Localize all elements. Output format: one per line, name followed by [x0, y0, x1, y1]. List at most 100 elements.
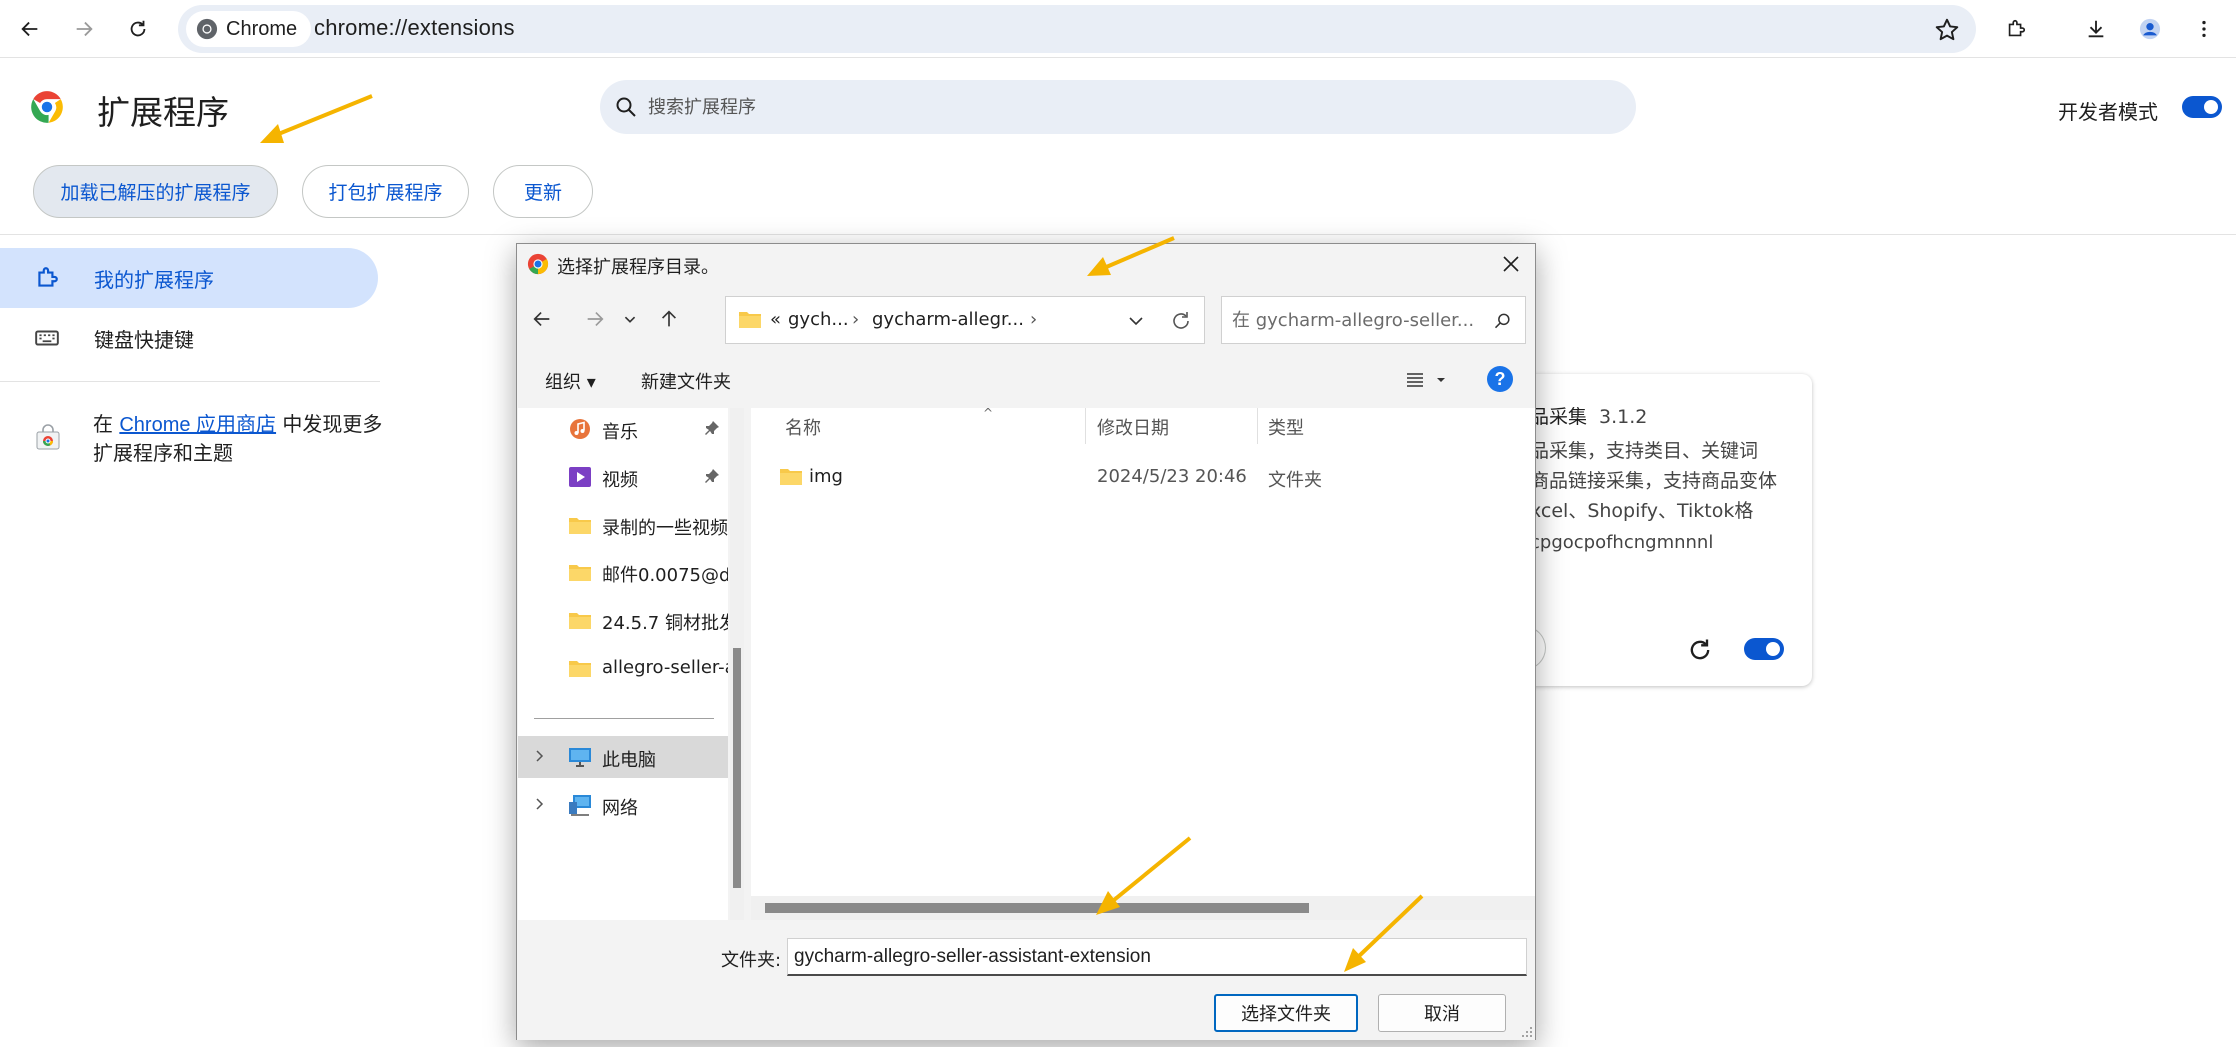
chevron-right-icon[interactable]	[532, 796, 548, 812]
web-store-icon	[36, 424, 60, 450]
forward-button[interactable]	[66, 11, 102, 47]
pc-icon	[569, 748, 591, 767]
cancel-button[interactable]: 取消	[1378, 994, 1506, 1032]
puzzle-icon	[2008, 19, 2026, 37]
dialog-address-bar[interactable]: « gych... › gycharm-allegr... ›	[725, 296, 1205, 344]
new-folder-button[interactable]: 新建文件夹	[641, 368, 731, 394]
dialog-forward-button[interactable]	[580, 304, 610, 334]
site-chip-label: Chrome	[226, 17, 298, 40]
extension-card: 品采集 3.1.2 品采集，支持类目、关键词 商品链接采集，支持商品变体 xcel…	[1500, 374, 1812, 686]
sidebar-item-label: 键盘快捷键	[94, 327, 194, 352]
close-icon	[1503, 256, 1519, 272]
column-header-name[interactable]: 名称	[785, 414, 821, 450]
load-unpacked-button[interactable]: 加载已解压的扩展程序	[33, 165, 278, 218]
chevron-down-icon	[624, 316, 636, 323]
column-header-type[interactable]: 类型	[1268, 414, 1304, 450]
nav-item-folder[interactable]: 邮件0.0075@da	[518, 551, 728, 593]
back-button[interactable]	[12, 11, 48, 47]
developer-mode-toggle[interactable]	[2182, 96, 2222, 118]
column-header-modified[interactable]: 修改日期	[1097, 414, 1169, 450]
profile-button[interactable]	[2132, 11, 2168, 47]
breadcrumb-item[interactable]: gycharm-allegr...	[872, 309, 1024, 330]
annotation-arrow-load-unpacked	[260, 94, 373, 143]
dialog-search-input[interactable]	[1232, 307, 1482, 333]
folder-icon	[569, 518, 591, 534]
chevron-right-icon[interactable]	[532, 748, 548, 764]
file-row[interactable]: img 2024/5/23 20:46 文件夹	[751, 460, 1535, 496]
nav-item-folder[interactable]: allegro-seller-a	[518, 647, 728, 689]
downloads-button[interactable]	[2078, 11, 2114, 47]
nav-item-folder[interactable]: 录制的一些视频	[518, 504, 728, 546]
bookmark-star-icon[interactable]	[1934, 17, 1960, 43]
dialog-titlebar[interactable]: 选择扩展程序目录。	[517, 244, 1535, 284]
up-folder-button[interactable]	[654, 304, 684, 334]
dialog-back-button[interactable]	[527, 304, 557, 334]
update-button[interactable]: 更新	[493, 165, 593, 218]
file-list-hscrollbar[interactable]	[751, 896, 1535, 920]
nav-item-label: 网络	[602, 798, 638, 819]
nav-item-label: 音乐	[602, 422, 638, 443]
nav-item-music[interactable]: 音乐	[518, 408, 728, 450]
sidebar-item-keyboard-shortcuts[interactable]: 键盘快捷键	[0, 308, 378, 368]
extension-search-input[interactable]	[648, 92, 1548, 122]
extension-enable-toggle[interactable]	[1744, 638, 1784, 660]
pin-icon	[705, 469, 719, 483]
folder-icon	[780, 469, 802, 485]
dialog-close-button[interactable]	[1497, 250, 1525, 278]
nav-pane-scroll-thumb[interactable]	[733, 648, 741, 888]
extension-search-box[interactable]	[600, 80, 1636, 134]
chrome-logo-icon	[527, 253, 549, 275]
view-options-icon[interactable]	[1403, 368, 1451, 392]
recent-locations-button[interactable]	[615, 304, 645, 334]
folder-label: 文件夹:	[721, 950, 782, 971]
chrome-web-store-link[interactable]: Chrome 应用商店	[119, 414, 276, 436]
nav-item-network[interactable]: 网络	[518, 784, 728, 826]
network-icon	[569, 795, 591, 816]
select-folder-button[interactable]: 选择文件夹	[1214, 994, 1358, 1032]
file-type: 文件夹	[1268, 470, 1322, 491]
folder-picker-dialog: 选择扩展程序目录。 « gych... › gycharm-allegr... …	[516, 243, 1536, 1040]
breadcrumb-overflow[interactable]: «	[770, 309, 781, 330]
column-separator[interactable]	[1257, 408, 1258, 444]
store-prefix-text: 在	[93, 412, 120, 436]
extension-name: 品采集 3.1.2	[1530, 402, 1647, 429]
chevron-down-icon[interactable]	[1126, 311, 1146, 331]
more-menu-button[interactable]	[2186, 11, 2222, 47]
developer-mode-label: 开发者模式	[2058, 100, 2158, 124]
page-title: 扩展程序	[97, 93, 229, 132]
dialog-command-bar: 组织 ▾ 新建文件夹 ?	[517, 354, 1535, 406]
resize-grip-icon[interactable]	[1521, 1026, 1533, 1038]
extensions-menu-button[interactable]	[1998, 11, 2034, 47]
nav-pane-scrollbar[interactable]	[730, 408, 744, 920]
address-bar[interactable]: Chrome chrome://extensions	[178, 5, 1976, 53]
help-button[interactable]: ?	[1487, 366, 1513, 392]
nav-item-this-pc[interactable]: 此电脑	[518, 736, 728, 778]
browser-toolbar: Chrome chrome://extensions	[0, 0, 2236, 58]
back-arrow-icon	[21, 21, 38, 37]
reload-icon	[130, 20, 146, 37]
file-modified: 2024/5/23 20:46	[1097, 466, 1247, 487]
organize-menu[interactable]: 组织 ▾	[545, 368, 596, 394]
refresh-icon[interactable]	[1169, 309, 1193, 333]
pack-extension-button[interactable]: 打包扩展程序	[302, 165, 469, 218]
file-list-hscroll-thumb[interactable]	[765, 903, 1309, 913]
reload-button[interactable]	[120, 11, 156, 47]
column-separator[interactable]	[1085, 408, 1086, 444]
chrome-logo-icon	[196, 18, 218, 40]
nav-item-label: 24.5.7 铜材批发	[602, 613, 728, 634]
folder-name-input[interactable]	[787, 938, 1527, 976]
breadcrumb-item[interactable]: gych...	[788, 309, 849, 330]
sidebar-item-my-extensions[interactable]: 我的扩展程序	[0, 248, 378, 308]
nav-item-folder[interactable]: 24.5.7 铜材批发	[518, 599, 728, 641]
url-text[interactable]: chrome://extensions	[314, 15, 515, 41]
nav-item-videos[interactable]: 视频	[518, 456, 728, 498]
dialog-search-box[interactable]	[1221, 296, 1526, 344]
extension-version: 3.1.2	[1599, 406, 1648, 428]
reload-extension-icon[interactable]	[1686, 636, 1714, 664]
nav-item-label: 邮件0.0075@da	[602, 565, 728, 586]
nav-item-label: 视频	[602, 470, 638, 491]
breadcrumb-separator: ›	[852, 309, 860, 330]
site-chip[interactable]: Chrome	[186, 11, 312, 47]
breadcrumb-separator: ›	[1030, 309, 1038, 330]
folder-icon	[569, 565, 591, 581]
